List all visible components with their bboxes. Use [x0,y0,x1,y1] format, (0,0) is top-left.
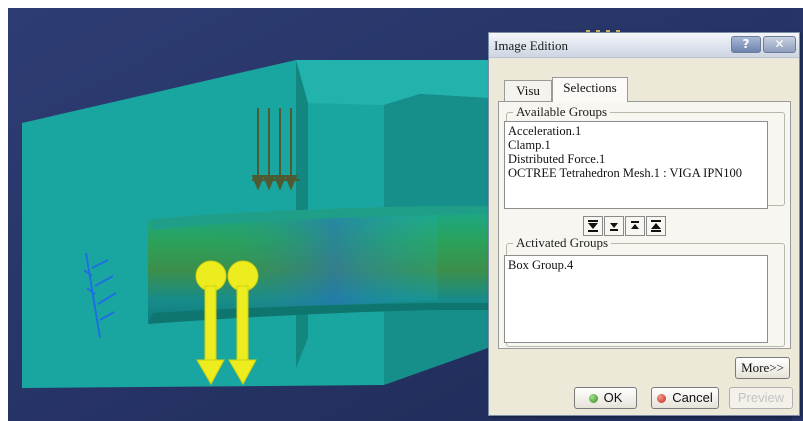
move-all-up-icon [651,220,661,232]
close-button[interactable]: ✕ [763,36,796,53]
move-all-up-button[interactable] [646,216,666,236]
ok-label: OK [603,390,623,405]
tab-selections[interactable]: Selections [552,77,628,102]
move-all-down-button[interactable] [583,216,603,236]
more-button[interactable]: More>> [735,357,790,379]
beam-ipn100 [148,206,488,324]
help-button[interactable]: ? [731,36,761,53]
list-item[interactable]: Clamp.1 [505,138,767,152]
dialog-titlebar[interactable]: Image Edition ? ✕ [489,33,799,58]
dialog-title: Image Edition [494,38,569,53]
image-edition-dialog: Image Edition ? ✕ Visu Selections Availa… [488,32,800,416]
available-groups-legend: Available Groups [516,104,608,119]
list-item[interactable]: Distributed Force.1 [505,152,767,166]
list-item[interactable]: OCTREE Tetrahedron Mesh.1 : VIGA IPN100 [505,166,767,180]
tab-visu[interactable]: Visu [504,80,552,102]
cancel-button[interactable]: Cancel [651,387,719,409]
ok-button[interactable]: OK [574,387,637,409]
cancel-label: Cancel [672,390,713,405]
activated-groups-legend: Activated Groups [516,235,609,250]
list-item[interactable]: Acceleration.1 [505,124,767,138]
move-down-button[interactable] [604,216,624,236]
move-down-icon [610,223,618,231]
ok-icon [588,394,598,403]
cancel-icon [657,394,667,403]
move-up-button[interactable] [625,216,645,236]
move-up-icon [631,221,639,229]
activated-groups-list[interactable]: Box Group.4 [504,255,768,343]
move-all-down-icon [588,220,598,232]
preview-button[interactable]: Preview [729,387,793,409]
available-groups-list[interactable]: Acceleration.1 Clamp.1 Distributed Force… [504,121,768,209]
list-item[interactable]: Box Group.4 [505,258,767,272]
